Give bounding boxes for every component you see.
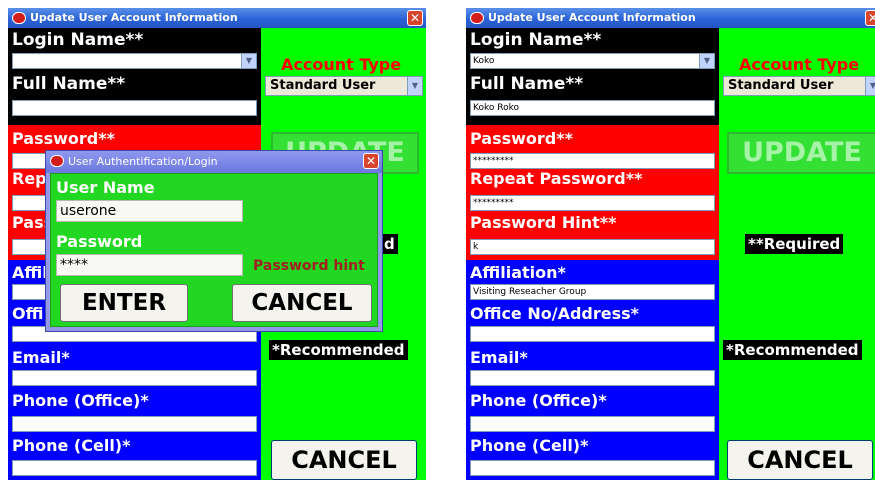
repeat-password-label: Repeat Password**: [470, 169, 643, 188]
account-type-value: Standard User: [270, 78, 376, 93]
login-section: Login Name** Koko ▼ Full Name** Koko Rok…: [466, 28, 719, 125]
close-icon: ✕: [365, 154, 377, 168]
chevron-down-icon: ▼: [699, 54, 714, 68]
password-hint-input[interactable]: k: [470, 239, 715, 255]
affiliation-label: Affil: [12, 263, 48, 282]
dialog-body: User Name userone Password **** Password…: [50, 173, 378, 327]
close-icon: ✕: [867, 11, 875, 25]
password-label: Password**: [12, 129, 115, 148]
repeat-password-label: Rep: [12, 169, 47, 188]
affiliation-label: Affiliation*: [470, 263, 566, 282]
required-badge: **Required: [745, 234, 844, 254]
recommended-badge: *Recommended: [723, 340, 862, 360]
chevron-down-icon: ▼: [407, 77, 422, 95]
account-type-label: Account Type: [281, 55, 402, 74]
account-type-value: Standard User: [728, 78, 834, 93]
dialog-close-button[interactable]: ✕: [363, 153, 379, 169]
password-label: Password**: [470, 129, 573, 148]
full-name-input[interactable]: Koko Roko: [470, 100, 715, 116]
close-button[interactable]: ✕: [407, 10, 423, 26]
username-label: User Name: [56, 178, 155, 197]
enter-button[interactable]: ENTER: [60, 284, 188, 322]
app-logo-icon: [470, 12, 484, 24]
login-name-value: Koko: [473, 56, 495, 66]
account-type-select[interactable]: Standard User ▼: [265, 76, 423, 96]
password-hint-label: Password Hint**: [470, 213, 617, 232]
office-input[interactable]: [470, 326, 715, 342]
title-bar: Update User Account Information ✕: [466, 8, 875, 28]
phone-office-input[interactable]: [470, 416, 715, 432]
email-label: Email*: [12, 348, 70, 367]
update-button[interactable]: UPDATE: [727, 132, 875, 174]
password-hint-link[interactable]: Password hint: [253, 258, 365, 274]
phone-cell-label: Phone (Cell)*: [12, 436, 131, 455]
dialog-password-label: Password: [56, 232, 143, 251]
phone-office-label: Phone (Office)*: [12, 391, 149, 410]
phone-office-input[interactable]: [12, 416, 257, 432]
app-logo-icon: [50, 155, 64, 167]
repeat-password-value: *********: [473, 198, 514, 208]
username-input[interactable]: userone: [56, 200, 243, 222]
phone-cell-input[interactable]: [12, 460, 257, 476]
phone-office-label: Phone (Office)*: [470, 391, 607, 410]
recommended-badge: *Recommended: [269, 340, 408, 360]
account-type-label: Account Type: [739, 55, 860, 74]
email-input[interactable]: [12, 370, 257, 386]
office-label: Office No/Address*: [470, 304, 640, 323]
chevron-down-icon: ▼: [241, 54, 256, 68]
contact-section: Affiliation* Visiting Reseacher Group Of…: [466, 260, 719, 480]
cancel-button[interactable]: CANCEL: [271, 440, 417, 480]
password-hint-value: k: [473, 242, 479, 252]
title-bar: Update User Account Information ✕: [8, 8, 426, 28]
repeat-password-input[interactable]: *********: [470, 195, 715, 211]
affiliation-value: Visiting Reseacher Group: [473, 287, 587, 297]
dialog-title-bar: User Authentification/Login ✕: [46, 151, 382, 173]
phone-cell-label: Phone (Cell)*: [470, 436, 589, 455]
required-badge: d: [381, 234, 398, 254]
dialog-cancel-button[interactable]: CANCEL: [232, 284, 372, 322]
full-name-value: Koko Roko: [473, 103, 519, 113]
full-name-label: Full Name**: [470, 74, 584, 94]
password-input[interactable]: *********: [470, 153, 715, 169]
affiliation-input[interactable]: Visiting Reseacher Group: [470, 284, 715, 300]
login-section: Login Name** ▼ Full Name**: [8, 28, 261, 125]
password-value: *********: [473, 156, 514, 166]
window-title: Update User Account Information: [488, 11, 696, 24]
side-panel: Account Type Standard User ▼ UPDATE **Re…: [719, 28, 875, 480]
account-type-select[interactable]: Standard User ▼: [723, 76, 875, 96]
login-name-label: Login Name**: [470, 30, 602, 50]
close-button[interactable]: ✕: [865, 10, 875, 26]
dialog-title: User Authentification/Login: [68, 155, 218, 168]
email-input[interactable]: [470, 370, 715, 386]
window-title: Update User Account Information: [30, 11, 238, 24]
login-name-label: Login Name**: [12, 30, 144, 50]
close-icon: ✕: [409, 11, 421, 25]
form-column: Login Name** Koko ▼ Full Name** Koko Rok…: [466, 28, 719, 480]
full-name-label: Full Name**: [12, 74, 126, 94]
login-dialog: User Authentification/Login ✕ User Name …: [45, 150, 383, 332]
login-name-select[interactable]: Koko ▼: [470, 53, 715, 69]
email-label: Email*: [470, 348, 528, 367]
dialog-password-input[interactable]: ****: [56, 254, 243, 276]
password-section: Password** ********* Repeat Password** *…: [466, 125, 719, 260]
app-logo-icon: [12, 12, 26, 24]
login-name-select[interactable]: ▼: [12, 53, 257, 69]
chevron-down-icon: ▼: [865, 77, 875, 95]
office-label: Offi: [12, 304, 44, 323]
cancel-button[interactable]: CANCEL: [727, 440, 873, 480]
phone-cell-input[interactable]: [470, 460, 715, 476]
update-account-window-right: Update User Account Information ✕ Login …: [466, 8, 875, 480]
full-name-input[interactable]: [12, 100, 257, 116]
